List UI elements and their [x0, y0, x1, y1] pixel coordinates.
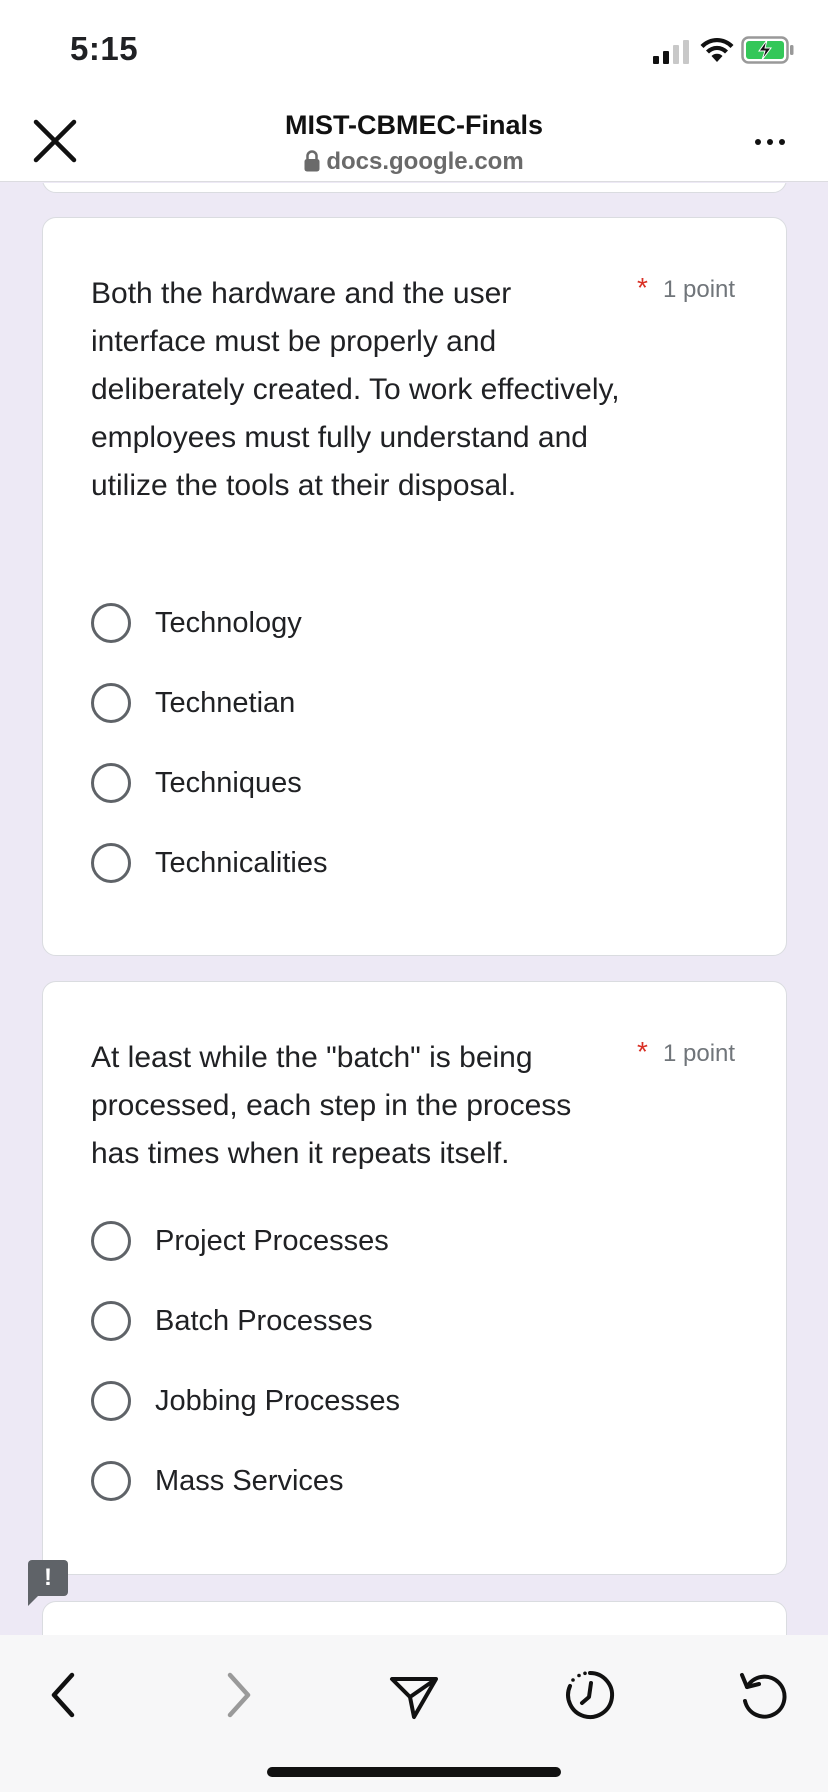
question-points: 1 point [663, 276, 736, 303]
radio-button[interactable] [91, 843, 131, 883]
radio-button[interactable] [91, 683, 131, 723]
radio-option[interactable]: Project Processes [91, 1211, 731, 1271]
wifi-icon [700, 38, 734, 62]
report-feedback-icon[interactable]: ! [28, 1560, 68, 1606]
history-icon[interactable] [560, 1665, 620, 1725]
option-label: Techniques [155, 766, 302, 799]
option-label: Technicalities [155, 846, 328, 879]
page-title: MIST-CBMEC-Finals [284, 110, 543, 140]
form-content[interactable]: Both the hardware and the user interface… [0, 183, 828, 1635]
forward-icon[interactable] [208, 1665, 268, 1725]
url-text: docs.google.com [326, 148, 524, 175]
required-indicator: * [637, 272, 648, 303]
radio-button[interactable] [91, 603, 131, 643]
option-label: Mass Services [155, 1464, 344, 1497]
reload-icon[interactable] [733, 1665, 793, 1725]
option-label: Technology [155, 606, 302, 639]
option-label: Batch Processes [155, 1304, 373, 1337]
question-points: 1 point [663, 1040, 736, 1067]
radio-option[interactable]: Jobbing Processes [91, 1371, 731, 1431]
radio-option[interactable]: Technicalities [91, 833, 731, 893]
radio-button[interactable] [91, 763, 131, 803]
share-icon[interactable] [384, 1665, 444, 1725]
next-question-card [42, 1601, 787, 1635]
radio-option[interactable]: Batch Processes [91, 1291, 731, 1351]
question-card: Both the hardware and the user interface… [42, 217, 787, 956]
status-time: 5:15 [70, 30, 139, 67]
required-indicator: * [637, 1036, 648, 1067]
battery-charging-icon [741, 36, 794, 64]
radio-option[interactable]: Mass Services [91, 1451, 731, 1511]
radio-option[interactable]: Technetian [91, 673, 731, 733]
lock-icon [304, 150, 320, 172]
browser-header: MIST-CBMEC-Finals docs.google.com [0, 92, 828, 182]
radio-button[interactable] [91, 1221, 131, 1261]
home-indicator [267, 1767, 561, 1777]
radio-button[interactable] [91, 1381, 131, 1421]
option-label: Technetian [155, 686, 296, 719]
question-card: At least while the "batch" is being proc… [42, 981, 787, 1575]
option-label: Project Processes [155, 1224, 389, 1257]
question-text: Both the hardware and the user interface… [91, 277, 620, 502]
more-options-icon[interactable] [750, 132, 790, 152]
radio-option[interactable]: Techniques [91, 753, 731, 813]
question-text: At least while the "batch" is being proc… [91, 1041, 572, 1170]
status-bar: 5:15 [0, 0, 828, 92]
radio-option[interactable]: Technology [91, 593, 731, 653]
cellular-signal-icon [653, 40, 689, 64]
back-icon[interactable] [34, 1665, 94, 1725]
browser-toolbar [0, 1635, 828, 1792]
radio-button[interactable] [91, 1461, 131, 1501]
url-display[interactable]: docs.google.com [0, 148, 828, 176]
previous-question-card [42, 183, 787, 193]
radio-button[interactable] [91, 1301, 131, 1341]
option-label: Jobbing Processes [155, 1384, 401, 1417]
